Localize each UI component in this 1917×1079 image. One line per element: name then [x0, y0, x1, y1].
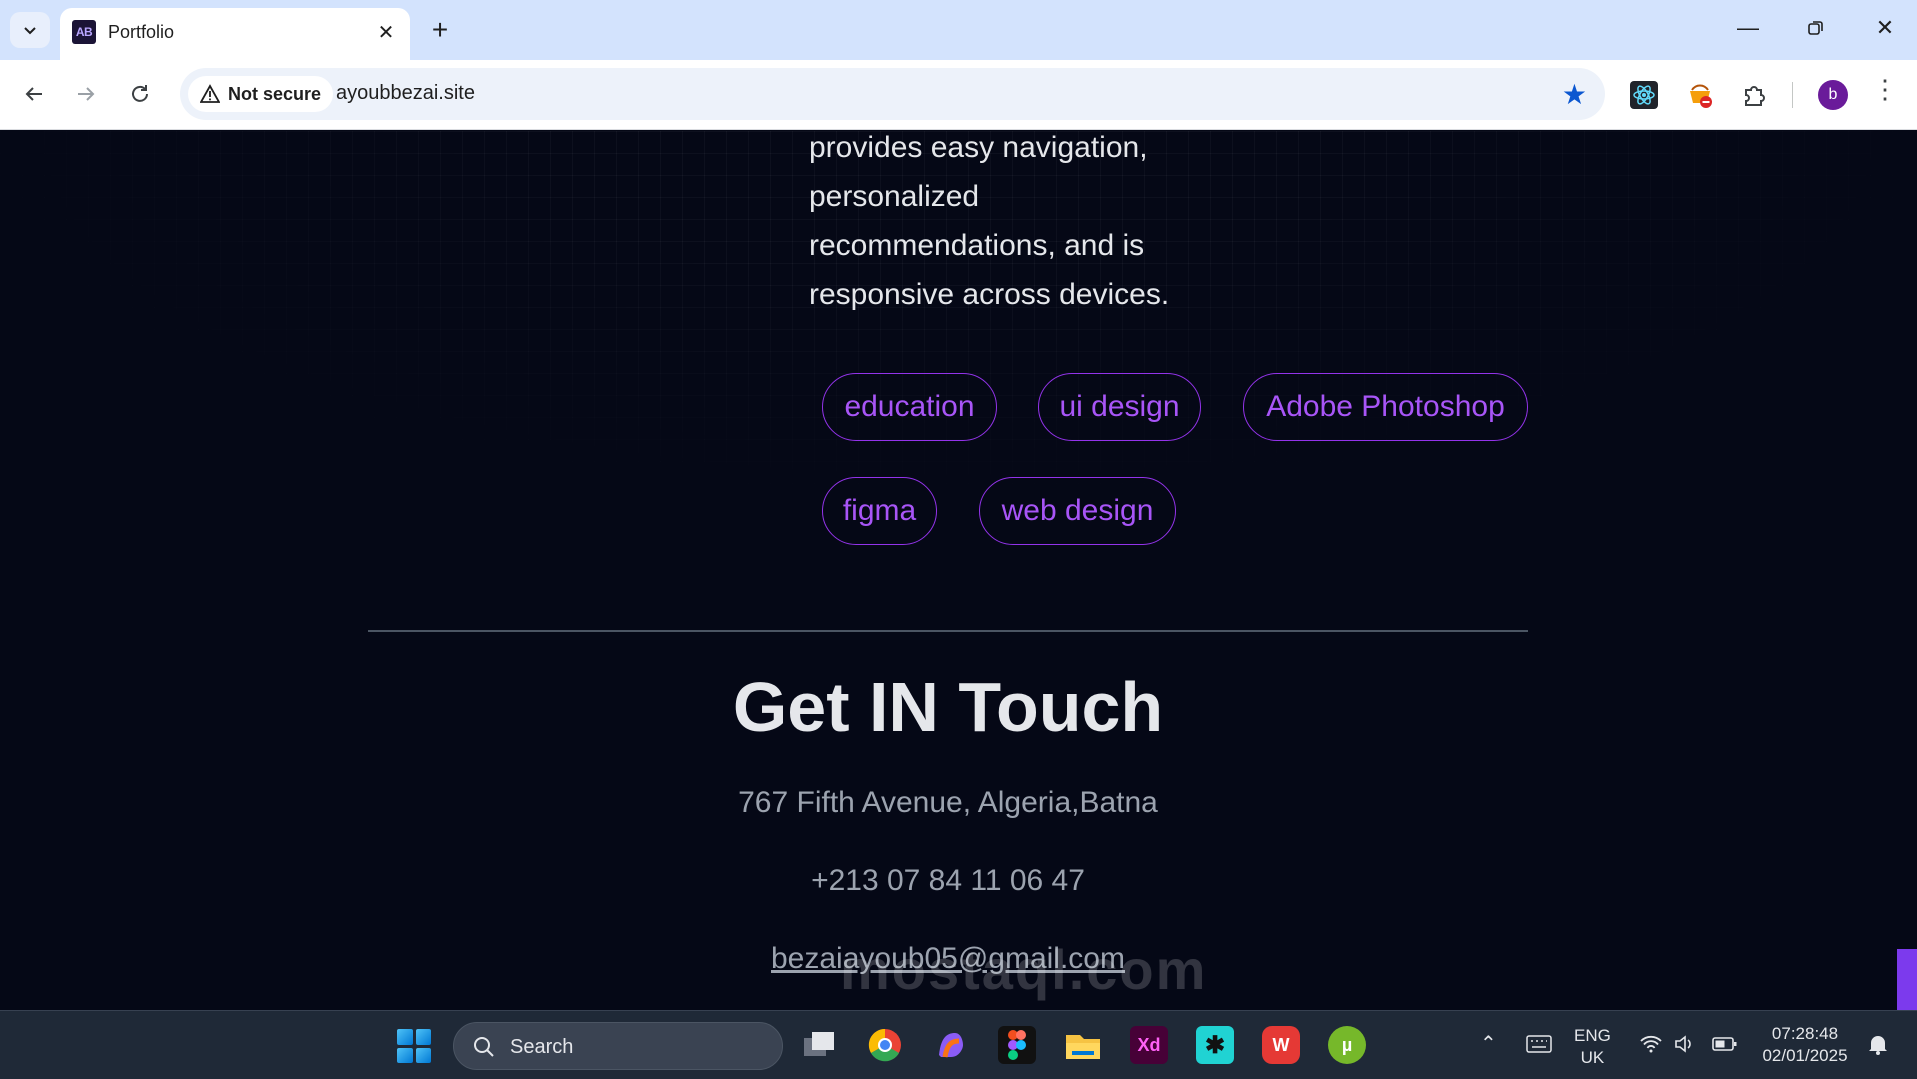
reload-icon: [132, 85, 148, 102]
chevron-down-icon: [24, 27, 36, 35]
tab-title: Portfolio: [108, 22, 175, 42]
minimize-button[interactable]: —: [1718, 8, 1778, 48]
show-hidden-icons-icon[interactable]: ⌃: [1480, 1033, 1497, 1055]
scrollbar-thumb[interactable]: [1897, 949, 1917, 1010]
file-explorer-icon[interactable]: [1064, 1026, 1102, 1064]
chrome-icon[interactable]: [866, 1026, 904, 1064]
contact-address: 767 Fifth Avenue, Algeria,Batna: [738, 786, 1158, 819]
profile-avatar[interactable]: b: [1818, 80, 1848, 110]
browser-menu-icon[interactable]: ⋮: [1872, 76, 1898, 102]
wps-office-icon[interactable]: W: [1262, 1026, 1300, 1064]
windows-logo-pane: [397, 1047, 413, 1063]
favicon-icon: AB: [72, 20, 96, 44]
tag-education: education: [822, 373, 997, 441]
security-label: Not secure: [228, 83, 322, 104]
restore-button[interactable]: [1786, 8, 1846, 48]
bookmark-star-icon[interactable]: ★: [1562, 78, 1587, 111]
perplexity-icon[interactable]: ✱: [1196, 1026, 1234, 1064]
tag-ui-design: ui design: [1038, 373, 1201, 441]
clock-date: 02/01/2025: [1762, 1046, 1848, 1065]
restore-icon: [1808, 21, 1823, 35]
address-bar[interactable]: Not secure ayoubbezai.site ★: [180, 68, 1605, 120]
arrow-left-icon: [25, 87, 42, 101]
windows-logo-pane: [397, 1029, 413, 1045]
browser-toolbar: Not secure ayoubbezai.site ★ b ⋮: [0, 60, 1917, 130]
extensions-puzzle-icon[interactable]: [1737, 78, 1771, 112]
windows-logo-pane: [415, 1029, 431, 1045]
wifi-icon[interactable]: [1640, 1035, 1662, 1059]
tag-adobe-photoshop: Adobe Photoshop: [1243, 373, 1528, 441]
windows-taskbar: Search Xd ✱ W µ ⌃ ENG UK 07:28:48 02/01/…: [0, 1010, 1917, 1079]
tab-search-button[interactable]: [10, 12, 50, 48]
taskbar-search[interactable]: Search: [453, 1022, 783, 1070]
reload-button[interactable]: [120, 74, 160, 114]
close-tab-icon[interactable]: ✕: [372, 18, 400, 46]
portfolio-page: provides easy navigation, personalized r…: [0, 131, 1917, 1010]
project-description: provides easy navigation, personalized r…: [809, 131, 1170, 311]
keyboard-icon[interactable]: [1526, 1035, 1552, 1059]
language-indicator[interactable]: ENG UK: [1574, 1025, 1611, 1069]
new-tab-button[interactable]: +: [422, 12, 458, 48]
react-devtools-extension-icon[interactable]: [1627, 78, 1661, 112]
utorrent-icon[interactable]: µ: [1328, 1026, 1366, 1064]
contact-heading: Get IN Touch: [732, 668, 1164, 746]
clock[interactable]: 07:28:48 02/01/2025: [1758, 1023, 1852, 1067]
copilot-icon[interactable]: [932, 1026, 970, 1064]
watermark: mostaql.com: [840, 938, 1208, 1001]
url-text[interactable]: ayoubbezai.site: [336, 82, 475, 105]
warning-icon: [200, 84, 220, 103]
tag-web-design: web design: [979, 477, 1176, 545]
tag-figma: figma: [822, 477, 937, 545]
language-region: UK: [1580, 1048, 1605, 1067]
battery-icon[interactable]: [1712, 1036, 1738, 1058]
forward-button[interactable]: [66, 74, 106, 114]
clock-time: 07:28:48: [1771, 1024, 1839, 1043]
volume-icon[interactable]: [1674, 1034, 1696, 1060]
search-placeholder: Search: [510, 1036, 574, 1058]
files-app-icon[interactable]: [800, 1026, 838, 1064]
arrow-right-icon: [78, 87, 95, 101]
back-button[interactable]: [14, 74, 54, 114]
toolbar-separator: [1792, 82, 1793, 108]
site-info-button[interactable]: Not secure: [188, 76, 334, 112]
section-divider: [368, 630, 1528, 632]
figma-icon[interactable]: [998, 1026, 1036, 1064]
windows-logo-pane: [415, 1047, 431, 1063]
contact-phone: +213 07 84 11 06 47: [811, 864, 1085, 897]
adobe-xd-icon[interactable]: Xd: [1130, 1026, 1168, 1064]
search-icon: [474, 1037, 494, 1057]
active-tab[interactable]: AB Portfolio ✕: [60, 8, 410, 60]
tab-strip: AB Portfolio ✕ + — ✕: [0, 0, 1917, 60]
ublock-extension-icon[interactable]: [1683, 78, 1717, 112]
notification-bell-icon[interactable]: [1868, 1033, 1888, 1061]
start-button[interactable]: [397, 1029, 431, 1063]
close-window-button[interactable]: ✕: [1855, 8, 1915, 48]
language-code: ENG: [1574, 1026, 1611, 1045]
